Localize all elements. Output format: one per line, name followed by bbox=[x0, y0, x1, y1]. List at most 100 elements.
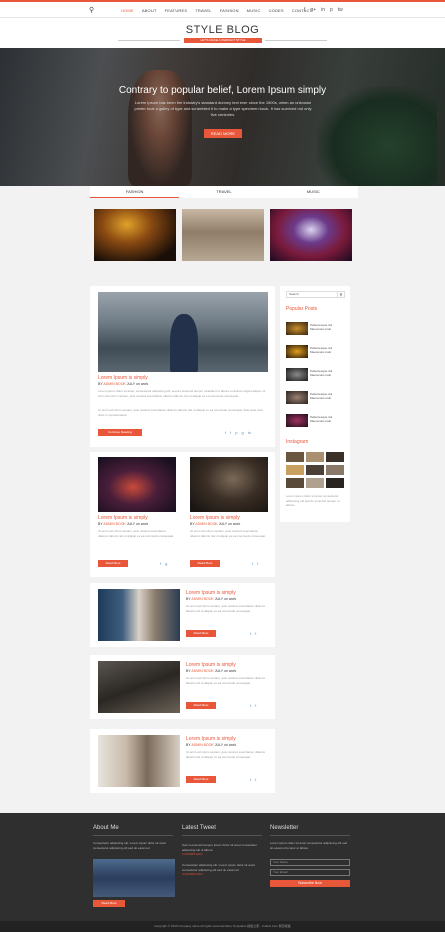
post-excerpt: Ut enim ad minim veniam, quis nostrud ex… bbox=[186, 676, 266, 685]
instagram-image[interactable] bbox=[286, 465, 304, 475]
pinterest-icon[interactable]: p bbox=[330, 7, 333, 13]
post-image-rocks[interactable] bbox=[98, 661, 180, 713]
post-image-dj[interactable] bbox=[98, 457, 176, 512]
about-read-more-button[interactable]: Read More bbox=[93, 900, 125, 907]
facebook-icon[interactable]: f bbox=[304, 7, 305, 13]
search-icon[interactable]: ⚲ bbox=[337, 291, 345, 298]
instagram-image[interactable] bbox=[286, 452, 304, 462]
about-text: Consectetur adipiscing elit. Lorem ipsum… bbox=[93, 841, 166, 850]
post-image-guitarist[interactable] bbox=[190, 457, 268, 512]
post-author[interactable]: ADMIN BOOK bbox=[191, 669, 213, 673]
linkedin-icon[interactable]: in bbox=[321, 7, 325, 13]
facebook-icon[interactable]: f bbox=[255, 631, 256, 636]
featured-image-guitarist[interactable] bbox=[182, 209, 264, 261]
instagram-image[interactable] bbox=[326, 465, 344, 475]
divider bbox=[93, 835, 173, 836]
popular-post-thumb[interactable] bbox=[286, 391, 308, 404]
instagram-image[interactable] bbox=[326, 452, 344, 462]
post-title[interactable]: Lorem Ipsum is simply bbox=[186, 590, 236, 596]
read-more-button[interactable]: Read More bbox=[190, 560, 220, 567]
featured-image-band[interactable] bbox=[270, 209, 352, 261]
facebook-icon[interactable]: f bbox=[225, 430, 226, 435]
popular-post-title[interactable]: Pellentesque dui Maecenas malo bbox=[310, 415, 346, 423]
search-icon[interactable]: ⚲ bbox=[89, 6, 94, 14]
menu-item-travel[interactable]: TRAVEL bbox=[195, 8, 211, 13]
post-title[interactable]: Lorem Ipsum is simply bbox=[98, 375, 148, 381]
popular-post-thumb[interactable] bbox=[286, 322, 308, 335]
linkedin-icon[interactable]: in bbox=[248, 430, 251, 435]
instagram-image[interactable] bbox=[306, 452, 324, 462]
twitter-icon[interactable]: tw bbox=[338, 7, 343, 13]
google-plus-icon[interactable]: g+ bbox=[310, 7, 316, 13]
twitter-icon[interactable]: t bbox=[252, 561, 253, 566]
facebook-icon[interactable]: f bbox=[255, 777, 256, 782]
menu-item-fashion[interactable]: FASHION bbox=[220, 8, 239, 13]
instagram-image[interactable] bbox=[326, 478, 344, 488]
twitter-icon[interactable]: t bbox=[250, 631, 251, 636]
meta-by: BY bbox=[98, 522, 103, 526]
twitter-icon[interactable]: t bbox=[250, 703, 251, 708]
post-title[interactable]: Lorem Ipsum is simply bbox=[186, 662, 236, 668]
popular-post-thumb[interactable] bbox=[286, 368, 308, 381]
post-date: JULY on work bbox=[126, 382, 149, 386]
share-icons: t f bbox=[250, 631, 256, 636]
facebook-icon[interactable]: f bbox=[255, 703, 256, 708]
read-more-button[interactable]: Read More bbox=[186, 702, 216, 709]
post-title[interactable]: Lorem Ipsum is simply bbox=[186, 736, 236, 742]
tab-fashion[interactable]: FASHION bbox=[90, 186, 180, 198]
twitter-icon[interactable]: t bbox=[230, 430, 231, 435]
post-image-couple[interactable] bbox=[98, 589, 180, 641]
newsletter-email-input[interactable]: Your Email bbox=[270, 869, 350, 876]
latest-tweet-title: Latest Tweet bbox=[182, 825, 216, 831]
meta-by: BY bbox=[190, 522, 195, 526]
tab-music[interactable]: MUSIC bbox=[269, 186, 358, 198]
facebook-icon[interactable]: f bbox=[160, 561, 161, 566]
post-title[interactable]: Lorem Ipsum is simply bbox=[98, 515, 148, 521]
read-more-button[interactable]: Read More bbox=[186, 776, 216, 783]
post-author[interactable]: ADMIN BOOK bbox=[103, 382, 125, 386]
pinterest-icon[interactable]: p bbox=[235, 430, 237, 435]
share-icons: f g bbox=[160, 561, 167, 566]
newsletter-text: Lorem ipsum dolor sit amet consectetur a… bbox=[270, 841, 348, 850]
menu-item-home[interactable]: HOME bbox=[121, 8, 134, 13]
backpacker-figure bbox=[170, 314, 198, 372]
list-post-card: Lorem Ipsum is simply BY ADMIN BOOK JULY… bbox=[90, 655, 275, 719]
site-title[interactable]: STYLE BLOG bbox=[0, 24, 445, 36]
main-post-card: Lorem Ipsum is simply BY ADMIN BOOK JULY… bbox=[90, 286, 275, 447]
instagram-image[interactable] bbox=[306, 465, 324, 475]
post-author[interactable]: ADMIN BOOK bbox=[191, 743, 213, 747]
popular-post-title[interactable]: Pellentesque dui Maecenas malo bbox=[310, 323, 346, 331]
twitter-icon[interactable]: t bbox=[250, 777, 251, 782]
read-more-button[interactable]: Read More bbox=[98, 560, 128, 567]
sidebar-search-input[interactable]: Search bbox=[286, 291, 338, 298]
post-date: JULY on work bbox=[218, 522, 241, 526]
instagram-image[interactable] bbox=[286, 478, 304, 488]
popular-post-title[interactable]: Pellentesque dui Maecenas malo bbox=[310, 346, 346, 354]
facebook-icon[interactable]: f bbox=[257, 561, 258, 566]
copyright: Copyright © 2016 Company name All rights… bbox=[0, 921, 445, 932]
post-author[interactable]: ADMIN BOOK bbox=[103, 522, 125, 526]
post-author[interactable]: ADMIN BOOK bbox=[195, 522, 217, 526]
menu-item-codes[interactable]: CODES bbox=[269, 8, 284, 13]
post-title[interactable]: Lorem Ipsum is simply bbox=[190, 515, 240, 521]
menu-item-features[interactable]: FEATURES bbox=[165, 8, 188, 13]
subscribe-button[interactable]: Subscribe Now bbox=[270, 880, 350, 887]
continue-reading-button[interactable]: Continue Reading bbox=[98, 429, 142, 436]
instagram-image[interactable] bbox=[306, 478, 324, 488]
tab-travel[interactable]: TRAVEL bbox=[179, 186, 268, 198]
main-post-image[interactable] bbox=[98, 292, 268, 372]
hero-read-more-button[interactable]: READ MORE bbox=[204, 129, 242, 138]
popular-post-title[interactable]: Pellentesque dui Maecenas malo bbox=[310, 392, 346, 400]
newsletter-name-input[interactable]: Your Name bbox=[270, 859, 350, 866]
post-author[interactable]: ADMIN BOOK bbox=[191, 597, 213, 601]
featured-image-concert[interactable] bbox=[94, 209, 176, 261]
popular-post-thumb[interactable] bbox=[286, 345, 308, 358]
popular-post-thumb[interactable] bbox=[286, 414, 308, 427]
read-more-button[interactable]: Read More bbox=[186, 630, 216, 637]
post-image-man[interactable] bbox=[98, 735, 180, 787]
google-plus-icon[interactable]: g bbox=[165, 561, 167, 566]
menu-item-music[interactable]: MUSIC bbox=[247, 8, 261, 13]
google-plus-icon[interactable]: g bbox=[241, 430, 243, 435]
menu-item-about[interactable]: ABOUT bbox=[142, 8, 157, 13]
popular-post-title[interactable]: Pellentesque dui Maecenas malo bbox=[310, 369, 346, 377]
